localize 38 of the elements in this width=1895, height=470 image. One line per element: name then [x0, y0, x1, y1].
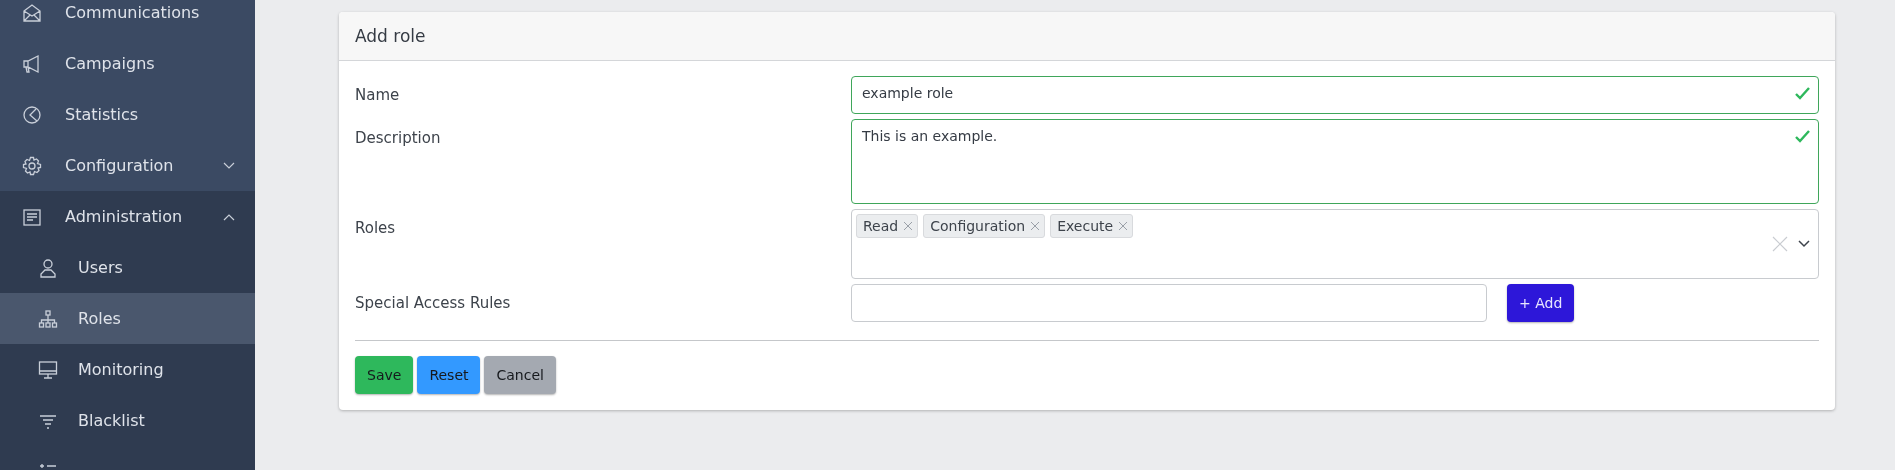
close-icon[interactable] [904, 222, 913, 230]
gear-icon [22, 155, 42, 176]
sidebar-item[interactable]: Users [0, 242, 255, 293]
close-icon[interactable] [1119, 222, 1128, 230]
clear-icon[interactable] [1772, 236, 1788, 252]
pie-chart-icon [22, 104, 42, 125]
envelope-icon [22, 2, 42, 23]
role-tag[interactable]: Execute [1050, 214, 1134, 238]
chevron-up-icon [223, 212, 235, 221]
sidebar-item[interactable]: Monitoring [0, 344, 255, 395]
chevron-down-icon[interactable] [1798, 240, 1810, 248]
check-icon [1795, 130, 1810, 143]
save-button[interactable]: Save [355, 356, 414, 394]
roles-select[interactable]: Read Configuration Execute [851, 209, 1819, 279]
role-tag[interactable]: Configuration [923, 214, 1046, 238]
card-title: Add role [355, 26, 426, 46]
sidebar-item[interactable]: Roles [0, 293, 255, 344]
special-access-field[interactable] [851, 284, 1487, 322]
name-field[interactable]: example role [851, 76, 1819, 114]
monitor-icon [38, 359, 58, 380]
check-icon [1795, 87, 1810, 100]
field-label: Description [355, 128, 441, 147]
megaphone-icon [22, 53, 42, 74]
document-icon [22, 206, 42, 227]
close-icon[interactable] [1031, 222, 1040, 230]
reset-button[interactable]: Reset [417, 356, 481, 394]
add-button[interactable]: + Add [1507, 284, 1575, 322]
cancel-button[interactable]: Cancel [484, 356, 556, 394]
role-tag[interactable]: Read [856, 214, 919, 238]
description-field[interactable]: This is an example. [851, 119, 1819, 204]
field-label: Special Access Rules [355, 293, 511, 312]
user-icon [38, 257, 58, 278]
sidebar-item[interactable]: Administration [0, 191, 255, 242]
sidebar-item[interactable]: Blacklist [0, 395, 255, 446]
field-label: Name [355, 85, 400, 104]
hierarchy-icon [38, 308, 58, 329]
field-label: Roles [355, 218, 396, 237]
chevron-down-icon [223, 161, 235, 170]
